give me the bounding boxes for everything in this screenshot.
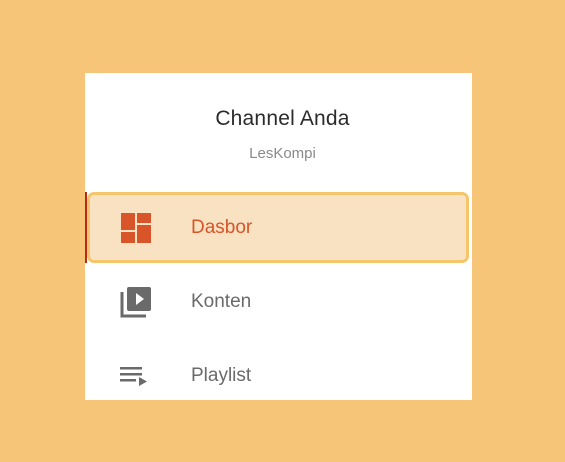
nav-item-konten[interactable]: Konten: [85, 266, 472, 338]
dashboard-icon: [119, 211, 153, 245]
nav-item-label: Konten: [191, 291, 252, 312]
nav-item-dasbor[interactable]: Dasbor: [87, 192, 469, 263]
video-library-icon: [119, 285, 153, 319]
playlist-icon: [119, 359, 153, 393]
channel-subtitle: LesKompi: [249, 145, 316, 162]
nav-item-playlist[interactable]: Playlist: [85, 340, 472, 412]
channel-title: Channel Anda: [215, 107, 350, 130]
nav-item-label: Dasbor: [191, 216, 253, 238]
nav-item-label: Playlist: [191, 365, 252, 386]
